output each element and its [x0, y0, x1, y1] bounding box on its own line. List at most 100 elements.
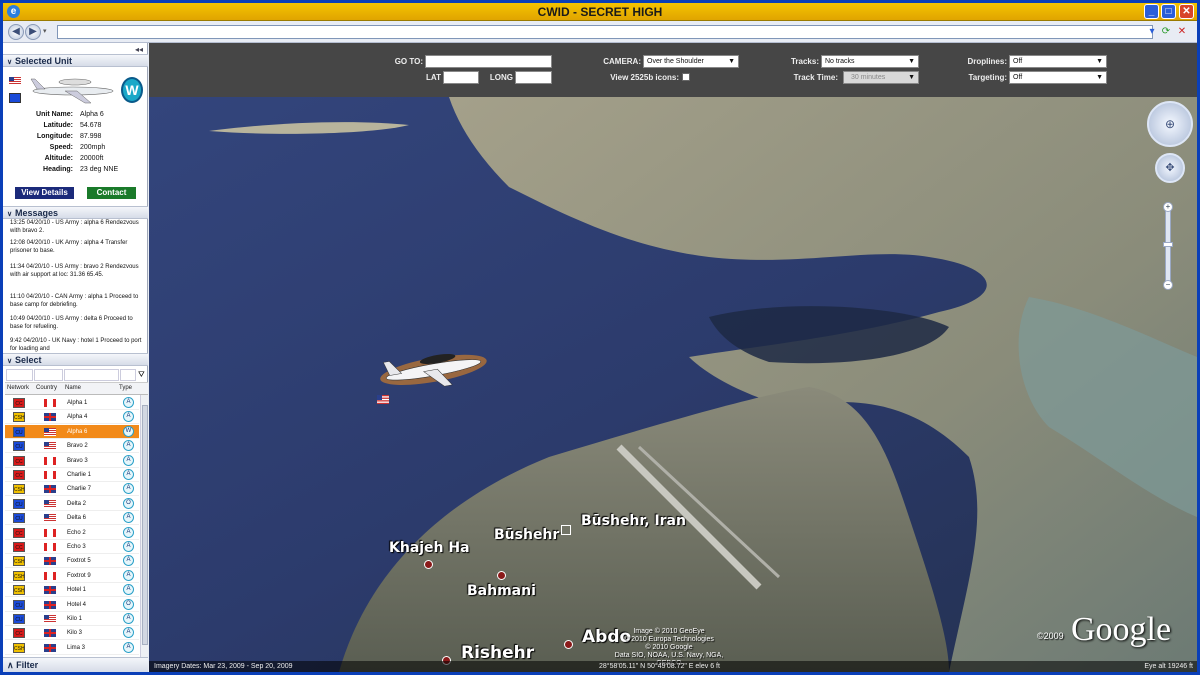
- unit-name: Foxtrot 5: [67, 558, 91, 565]
- selected-unit-header[interactable]: ∨ Selected Unit: [3, 54, 148, 67]
- table-row[interactable]: CU Delta 2 O: [5, 497, 139, 511]
- long-input[interactable]: [515, 71, 552, 84]
- close-button[interactable]: ✕: [1179, 4, 1194, 19]
- place-pin-abdo[interactable]: [564, 640, 573, 649]
- targeting-select[interactable]: Off ▼: [1009, 71, 1107, 84]
- message-item[interactable]: 12:08 04/20/10 - UK Army : alpha 4 Trans…: [10, 239, 142, 255]
- contact-button[interactable]: Contact: [87, 187, 136, 199]
- zoom-out-icon[interactable]: −: [1163, 280, 1173, 290]
- table-row[interactable]: CSH Lima 3 A: [5, 641, 139, 655]
- table-row[interactable]: CSH Foxtrot 5 A: [5, 554, 139, 569]
- unit-name: Foxtrot 9: [67, 572, 91, 579]
- zoom-in-icon[interactable]: +: [1163, 202, 1173, 212]
- unit-field-label: Heading:: [43, 166, 73, 173]
- filter-header[interactable]: ∧ Filter: [3, 657, 148, 672]
- copyright-year: ©2009: [1037, 631, 1064, 641]
- icons-checkbox[interactable]: [682, 73, 690, 81]
- grid-scrollbar[interactable]: [140, 395, 148, 657]
- messages-header[interactable]: ∨ Messages: [3, 206, 148, 219]
- table-row[interactable]: CC Charlie 1 A: [5, 468, 139, 482]
- column-country[interactable]: Country: [36, 385, 57, 391]
- city-marker-icon[interactable]: [561, 525, 571, 535]
- unit-name: Bravo 3: [67, 457, 88, 464]
- address-input[interactable]: [57, 25, 1153, 39]
- message-item[interactable]: 11:34 04/20/10 - US Army : bravo 2 Rende…: [10, 263, 142, 279]
- table-row[interactable]: CC Echo 2 A: [5, 526, 139, 540]
- back-icon[interactable]: ◀: [8, 24, 24, 40]
- droplines-select[interactable]: Off ▼: [1009, 55, 1107, 68]
- collapse-sidebar-icon[interactable]: ◂◂: [135, 45, 143, 54]
- maximize-button[interactable]: □: [1161, 4, 1176, 19]
- place-label-khajeh-ha: Khajeh Ha: [389, 540, 470, 556]
- chevron-down-icon: ▼: [908, 58, 915, 65]
- table-row[interactable]: CU Hotel 4 O: [5, 598, 139, 612]
- table-row[interactable]: CC Echo 3 A: [5, 540, 139, 554]
- table-row[interactable]: CSH Charlie 7 A: [5, 482, 139, 497]
- tracks-select[interactable]: No tracks ▼: [821, 55, 919, 68]
- network-badge: CU: [13, 498, 25, 509]
- imagery-dates: Imagery Dates: Mar 23, 2009 - Sep 20, 20…: [154, 663, 293, 670]
- title-bar: e CWID - SECRET HIGH _ □ ✕: [3, 3, 1197, 21]
- history-dropdown-icon[interactable]: ▾: [43, 27, 47, 35]
- network-badge: CSH: [13, 585, 25, 596]
- gb-flag-icon: [44, 586, 56, 595]
- satellite-map[interactable]: [149, 97, 1197, 672]
- column-network[interactable]: Network: [7, 385, 29, 391]
- zoom-slider[interactable]: + −: [1163, 202, 1173, 290]
- table-row[interactable]: CU Kilo 1 A: [5, 612, 139, 626]
- table-row[interactable]: CC Kilo 3 A: [5, 626, 139, 641]
- message-item[interactable]: 13:25 04/20/10 - US Army : alpha 6 Rende…: [10, 219, 142, 235]
- icons-label: View 2525b icons:: [610, 73, 679, 82]
- message-item[interactable]: 9:42 04/20/10 - UK Navy : hotel 1 Procee…: [10, 337, 142, 352]
- table-row[interactable]: CSH Alpha 4 A: [5, 410, 139, 425]
- zoom-thumb[interactable]: [1163, 242, 1173, 247]
- type-filter-input[interactable]: [120, 369, 136, 381]
- view-details-button[interactable]: View Details: [15, 187, 74, 199]
- aircraft-flag-icon: [377, 395, 389, 404]
- unit-field: Speed: 200mph: [3, 144, 148, 155]
- unit-name: Delta 6: [67, 515, 87, 522]
- message-item[interactable]: 10:49 04/20/10 - US Army : delta 6 Proce…: [10, 315, 142, 331]
- name-filter-input[interactable]: [64, 369, 119, 381]
- table-row[interactable]: CSH Foxtrot 9 A: [5, 569, 139, 583]
- unit-name: Bravo 2: [67, 443, 88, 450]
- scrollbar-thumb[interactable]: [142, 405, 148, 645]
- goto-input[interactable]: [425, 55, 552, 68]
- lat-input[interactable]: [443, 71, 479, 84]
- place-pin-khajeh-ha[interactable]: [424, 560, 433, 569]
- network-filter-input[interactable]: [6, 369, 33, 381]
- track-time-label: Track Time:: [793, 73, 838, 82]
- forward-icon[interactable]: ▶: [25, 24, 41, 40]
- move-control-icon[interactable]: ✥: [1155, 153, 1185, 183]
- country-filter-input[interactable]: [34, 369, 63, 381]
- column-type[interactable]: Type: [119, 385, 132, 391]
- table-row[interactable]: CC Bravo 3 A: [5, 454, 139, 468]
- stop-icon[interactable]: ✕: [1175, 25, 1189, 39]
- filter-funnel-icon[interactable]: ⛛: [138, 370, 145, 380]
- table-row[interactable]: CSH Hotel 1 A: [5, 583, 139, 598]
- camera-label: CAMERA:: [603, 57, 641, 66]
- minimize-button[interactable]: _: [1144, 4, 1159, 19]
- table-row[interactable]: CC Alpha 1 A: [5, 396, 139, 410]
- column-name[interactable]: Name: [65, 385, 81, 391]
- network-badge: CC: [13, 398, 25, 408]
- place-label-rishehr: Rishehr: [461, 643, 535, 663]
- table-row[interactable]: CU Delta 6 A: [5, 511, 139, 526]
- look-control-icon[interactable]: ⊕: [1147, 101, 1193, 147]
- table-row[interactable]: CU Alpha 6 W: [5, 424, 139, 439]
- refresh-icon[interactable]: ⟳: [1159, 25, 1173, 39]
- select-header[interactable]: ∨ Select: [3, 353, 148, 366]
- unit-field-value: 54.678: [80, 122, 102, 129]
- camera-select[interactable]: Over the Shoulder ▼: [643, 55, 739, 68]
- message-item[interactable]: 11:10 04/20/10 - CAN Army : alpha 1 Proc…: [10, 293, 142, 309]
- table-row[interactable]: CU Bravo 2 A: [5, 439, 139, 454]
- place-pin-bahmani[interactable]: [497, 571, 506, 580]
- gb-flag-icon: [44, 413, 56, 422]
- address-bar-row: ◀ ▶ ▾ ▾ ⟳ ✕: [3, 21, 1197, 43]
- chevron-down-icon: ▼: [908, 74, 915, 81]
- address-dropdown-icon[interactable]: ▾: [1145, 25, 1159, 39]
- unit-field-value: 23 deg NNE: [80, 166, 119, 173]
- unit-type-icon: A: [123, 411, 134, 423]
- ca-flag-icon: [44, 399, 56, 407]
- network-badge: CC: [13, 470, 25, 480]
